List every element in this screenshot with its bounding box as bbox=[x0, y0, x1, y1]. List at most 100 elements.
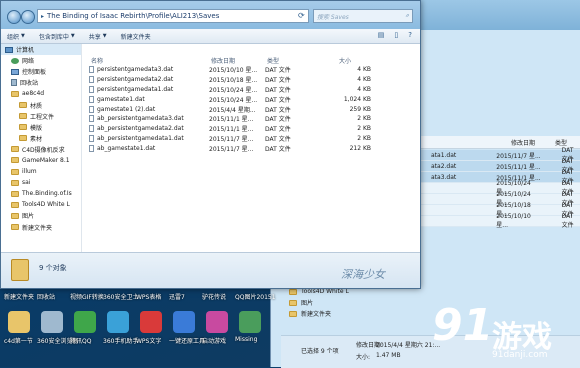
file-row[interactable]: gamestate1 (2).dat 2015/4/4 星期... DAT 文件 25… bbox=[89, 104, 420, 114]
folder-icon bbox=[289, 310, 297, 317]
desktop-icon-label[interactable]: Missing bbox=[235, 336, 257, 343]
nav-item[interactable]: 图片 bbox=[1, 210, 81, 221]
nav-item[interactable]: 新建文件夹 bbox=[1, 222, 81, 233]
file-row[interactable]: persistentgamedata1.dat 2015/10/24 星... DA… bbox=[89, 85, 420, 95]
preview-pane-icon[interactable]: ▯ bbox=[394, 31, 398, 39]
forward-arrow-icon[interactable] bbox=[21, 10, 35, 24]
desktop-icon-label[interactable]: 一键还原工具 bbox=[169, 336, 205, 345]
background-column-date[interactable]: 修改日期 bbox=[511, 138, 535, 147]
column-date[interactable]: 修改日期 bbox=[211, 56, 267, 65]
nav-item[interactable]: ae8c4d bbox=[1, 88, 81, 99]
file-icon bbox=[89, 66, 94, 74]
back-arrow-icon[interactable] bbox=[7, 10, 21, 24]
desktop-labels-bottom: c4d第一节 360安全浏览器 腾讯QQ 360手机助手 WPS文字 一键还原工具 启动游戏… bbox=[0, 336, 270, 346]
nav-item-label: 控制面板 bbox=[22, 69, 47, 77]
background-column-type[interactable]: 类型 bbox=[555, 138, 567, 147]
nav-item[interactable]: 模版 bbox=[1, 122, 81, 133]
file-row[interactable]: ab_persistentgamedata3.dat 2015/11/1 星...… bbox=[89, 114, 420, 124]
nav-item[interactable]: 回收站 bbox=[1, 77, 81, 88]
desktop-icon-label[interactable]: 回收站 bbox=[37, 292, 55, 301]
file-date: 2015/4/4 星期... bbox=[209, 106, 256, 114]
view-options-icon[interactable]: ▤ bbox=[378, 31, 385, 39]
recycle-bin-icon bbox=[11, 79, 17, 87]
desktop-icon-label[interactable]: c4d第一节 bbox=[4, 336, 33, 345]
folder-icon bbox=[11, 201, 19, 208]
nav-item[interactable]: 工程文件 bbox=[1, 111, 81, 122]
desktop-icon-label[interactable]: 新建文件夹 bbox=[4, 292, 34, 301]
desktop-icon-label[interactable]: WPS文字 bbox=[136, 336, 161, 345]
search-placeholder: 搜索 Saves bbox=[317, 13, 349, 21]
nav-item[interactable]: The.Binding.of.Is bbox=[1, 188, 81, 199]
desktop-icon-label[interactable]: 360安全卫士 bbox=[103, 292, 138, 301]
folder-icon bbox=[19, 113, 27, 120]
file-row[interactable]: ab_gamestate1.dat 2015/11/7 星... DAT 文件 212… bbox=[89, 143, 420, 153]
nav-item[interactable]: 素材 bbox=[1, 133, 81, 144]
file-icon bbox=[89, 105, 94, 113]
nav-item-label: 新建文件夹 bbox=[22, 224, 53, 232]
desktop-app-icon[interactable] bbox=[41, 311, 63, 333]
file-row[interactable]: gamestate1.dat 2015/10/24 星... DAT 文件 1,024… bbox=[89, 94, 420, 104]
background-nav-item[interactable]: 新建文件夹 bbox=[281, 308, 411, 319]
background-file-row[interactable]: ata2.dat 2015/11/1 星... DAT 文件 bbox=[421, 158, 580, 174]
folder-icon bbox=[19, 102, 27, 109]
help-icon[interactable]: ? bbox=[408, 31, 412, 39]
background-nav-label: 图片 bbox=[301, 300, 314, 307]
include-in-library-button[interactable]: 包含到库中 ▼ bbox=[39, 32, 75, 41]
desktop-icon-label[interactable]: 视频GIF转换 bbox=[70, 292, 104, 301]
share-button[interactable]: 共享 ▼ bbox=[89, 32, 107, 41]
file-row[interactable]: ab_persistentgamedata2.dat 2015/11/1 星...… bbox=[89, 124, 420, 134]
desktop-app-icon[interactable] bbox=[140, 311, 162, 333]
file-size: 4 KB bbox=[357, 85, 371, 93]
column-type[interactable]: 类型 bbox=[267, 56, 319, 65]
logo-number: 91 bbox=[432, 300, 494, 351]
explorer-window[interactable]: ▸ The Binding of Isaac Rebirth\Profile\A… bbox=[0, 0, 421, 289]
search-input[interactable]: 搜索 Saves ⌕ bbox=[313, 9, 413, 23]
refresh-icon[interactable]: ⟳ bbox=[298, 11, 305, 20]
organize-button[interactable]: 组织 ▼ bbox=[7, 32, 25, 41]
column-name[interactable]: 名称 bbox=[89, 56, 211, 65]
file-type: DAT 文件 bbox=[265, 77, 291, 85]
nav-item[interactable]: illum bbox=[1, 166, 81, 177]
file-row[interactable]: persistentgamedata3.dat 2015/10/10 星... DA… bbox=[89, 65, 420, 75]
desktop-app-icon[interactable] bbox=[8, 311, 30, 333]
background-nav-item[interactable]: 图片 bbox=[281, 297, 411, 308]
file-date: 2015/11/7 星... bbox=[209, 145, 254, 153]
desktop-icon-label[interactable]: QQ图片20151 bbox=[235, 292, 276, 301]
chevron-down-icon: ▼ bbox=[102, 33, 107, 39]
folder-icon bbox=[11, 190, 19, 197]
desktop-icon-label[interactable]: 腾讯QQ bbox=[70, 336, 91, 345]
window-titlebar: ▸ The Binding of Isaac Rebirth\Profile\A… bbox=[1, 1, 420, 29]
column-size[interactable]: 大小 bbox=[319, 56, 393, 65]
desktop-icon-label[interactable]: 驴花传说 bbox=[202, 292, 226, 301]
desktop-app-icon[interactable] bbox=[173, 311, 195, 333]
nav-item[interactable]: 控制面板 bbox=[1, 66, 81, 77]
file-type: DAT 文件 bbox=[265, 96, 291, 104]
nav-item[interactable]: 网络 bbox=[1, 55, 81, 66]
nav-item[interactable]: Tools4D White L bbox=[1, 199, 81, 210]
desktop-icon-label[interactable]: 启动游戏 bbox=[202, 336, 226, 345]
desktop-icon-label[interactable]: 迅雷7 bbox=[169, 292, 185, 301]
desktop-app-icon[interactable] bbox=[206, 311, 228, 333]
file-row[interactable]: ab_persistentgamedata1.dat 2015/11/7 星...… bbox=[89, 134, 420, 144]
file-row[interactable]: persistentgamedata2.dat 2015/10/18 星... DA… bbox=[89, 75, 420, 85]
nav-item-label: Tools4D White L bbox=[22, 201, 70, 209]
desktop-icon-label[interactable]: WPS表格 bbox=[136, 292, 161, 301]
nav-item[interactable]: C4D摄像机反求 bbox=[1, 144, 81, 155]
nav-item-label: 计算机 bbox=[16, 47, 35, 55]
nav-item[interactable]: 计算机 bbox=[1, 44, 81, 56]
address-bar[interactable]: ▸ The Binding of Isaac Rebirth\Profile\A… bbox=[37, 9, 309, 23]
file-type: DAT 文件 bbox=[265, 126, 291, 134]
desktop-app-icon[interactable] bbox=[74, 311, 96, 333]
desktop-icon-label[interactable]: 360手机助手 bbox=[103, 336, 138, 345]
nav-item[interactable]: sai bbox=[1, 177, 81, 188]
background-file-row[interactable]: 2015/10/10 星... DAT 文件 bbox=[421, 213, 580, 229]
desktop-app-icon[interactable] bbox=[107, 311, 129, 333]
file-name: ab_persistentgamedata2.dat bbox=[97, 125, 184, 133]
nav-item[interactable]: 材质 bbox=[1, 99, 81, 110]
nav-item-label: The.Binding.of.Is bbox=[22, 190, 72, 198]
status-selected: 已选择 9 个项 bbox=[301, 348, 339, 355]
nav-item[interactable]: GameMaker 8.1 bbox=[1, 155, 81, 166]
new-folder-button[interactable]: 新建文件夹 bbox=[121, 32, 151, 41]
background-file-row[interactable]: ata1.dat 2015/11/7 星... DAT 文件 bbox=[421, 147, 580, 163]
desktop-app-icon[interactable] bbox=[239, 311, 261, 333]
